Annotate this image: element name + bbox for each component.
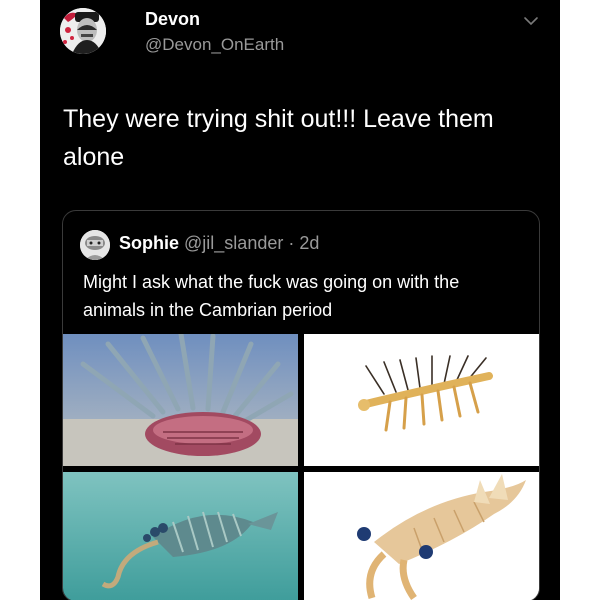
opabinia-underwater-image[interactable] (63, 472, 298, 600)
tweet-menu-button[interactable] (520, 10, 542, 32)
media-grid (63, 334, 539, 600)
spiky-cambrian-creature-image[interactable] (63, 334, 298, 466)
quoted-author-line: Sophie @jil_slander · 2d (119, 233, 319, 254)
quoted-tweet-text: Might I ask what the fuck was going on w… (83, 272, 460, 320)
spiky-creature-picture (63, 334, 298, 466)
quoted-separator: · (288, 233, 295, 253)
quoted-author-handle[interactable]: @jil_slander (184, 233, 283, 253)
opabinia-picture (63, 472, 298, 600)
hallucigenia-picture (304, 334, 539, 466)
quoted-author-name[interactable]: Sophie (119, 233, 179, 253)
user-avatar-icon (60, 8, 106, 54)
tweet-text: They were trying shit out!!! Leave them … (63, 105, 494, 171)
author-handle[interactable]: @Devon_OnEarth (145, 35, 284, 55)
hallucigenia-illustration-image[interactable] (304, 334, 539, 466)
chevron-down-icon (524, 17, 538, 26)
tweet-card: Devon @Devon_OnEarth They were trying sh… (40, 0, 560, 600)
anomalocaris-picture (304, 472, 539, 600)
quoted-author-avatar[interactable] (80, 230, 110, 260)
author-name[interactable]: Devon (145, 9, 200, 30)
quoted-timestamp[interactable]: 2d (299, 233, 319, 253)
author-avatar[interactable] (60, 8, 106, 54)
anomalocaris-illustration-image[interactable] (304, 472, 539, 600)
quoted-tweet[interactable]: Sophie @jil_slander · 2d Might I ask wha… (62, 210, 540, 600)
user-avatar-icon (80, 230, 110, 260)
